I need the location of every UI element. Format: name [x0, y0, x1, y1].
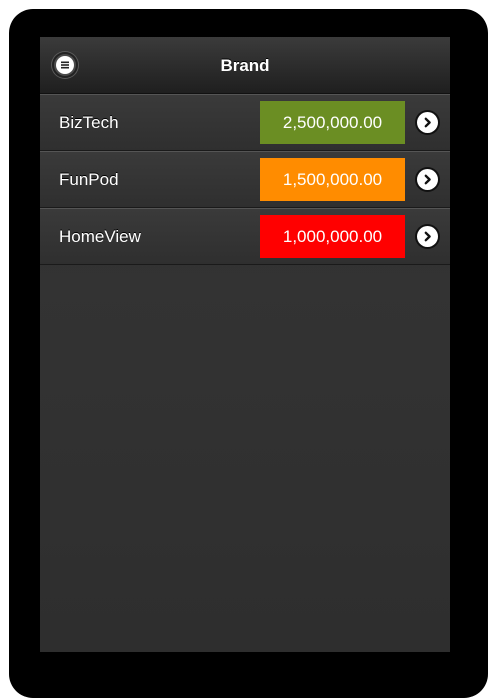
- page-title: Brand: [220, 56, 270, 75]
- chevron-right-icon[interactable]: [417, 169, 438, 190]
- brand-list: BizTech 2,500,000.00 FunPod 1,500,000.00…: [40, 94, 450, 265]
- brand-name: FunPod: [59, 170, 119, 189]
- header-bar: Brand: [40, 37, 450, 94]
- list-item-funpod[interactable]: FunPod 1,500,000.00: [40, 151, 450, 208]
- list-item-homeview[interactable]: HomeView 1,000,000.00: [40, 208, 450, 265]
- brand-name: BizTech: [59, 113, 119, 132]
- brand-name: HomeView: [59, 227, 141, 246]
- brand-value: 1,500,000.00: [260, 158, 405, 201]
- brand-value: 1,000,000.00: [260, 215, 405, 258]
- chevron-right-icon[interactable]: [417, 226, 438, 247]
- list-item-biztech[interactable]: BizTech 2,500,000.00: [40, 94, 450, 151]
- chevron-right-icon[interactable]: [417, 112, 438, 133]
- app-screen: Brand BizTech 2,500,000.00 FunPod 1,500,…: [40, 37, 450, 652]
- menu-button[interactable]: [52, 52, 78, 78]
- menu-icon: [56, 56, 74, 74]
- brand-value: 2,500,000.00: [260, 101, 405, 144]
